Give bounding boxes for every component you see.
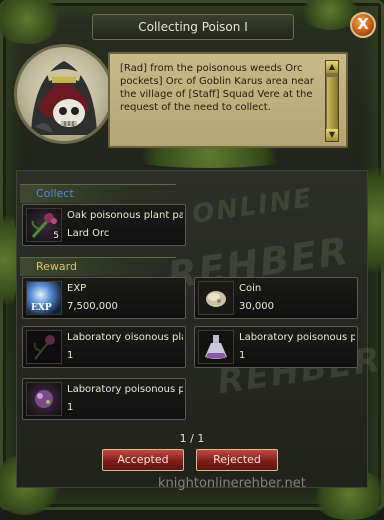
item-name: EXP [67, 283, 87, 294]
vine-decoration [0, 0, 62, 44]
reward-item-slot[interactable]: Laboratory oisonous pla 1 [22, 326, 186, 368]
reward-header-label: Reward [36, 260, 77, 273]
quest-description: [Rad] from the poisonous weeds Orc pocke… [120, 63, 314, 113]
item-amount: 30,000 [239, 301, 274, 312]
item-name: Oak poisonous plant pa [67, 210, 183, 221]
collect-header-label: Collect [36, 187, 74, 200]
reward-item-slot[interactable]: EXP EXP 7,500,000 [22, 277, 186, 319]
collect-item-slot[interactable]: 5 Oak poisonous plant pa Lard Orc [22, 204, 186, 246]
scroll-down-icon[interactable]: ▼ [326, 129, 338, 141]
quest-window: Collecting Poison I X [Rad] from the poi… [0, 0, 384, 520]
item-amount: 1 [67, 402, 74, 413]
item-count: 5 [53, 231, 59, 241]
flask-icon [198, 330, 234, 364]
window-title: Collecting Poison I [92, 14, 294, 40]
item-amount: 1 [239, 350, 246, 361]
item-name: Coin [239, 283, 262, 294]
coin-icon [198, 281, 234, 315]
reward-section-header: Reward [20, 257, 176, 276]
dialog-scrollbar[interactable]: ▲ ▼ [325, 60, 339, 142]
item-amount: 7,500,000 [67, 301, 118, 312]
quest-dialog: [Rad] from the poisonous weeds Orc pocke… [108, 52, 348, 148]
item-amount: 1 [67, 350, 74, 361]
item-name: Laboratory poisonous p [67, 384, 183, 395]
item-source: Lard Orc [67, 228, 110, 239]
accept-button[interactable]: Accepted [102, 449, 184, 471]
poison-orb-icon [26, 382, 62, 416]
reward-item-slot[interactable]: Laboratory poisonous p 1 [22, 378, 186, 420]
poison-plant-icon: 5 [26, 208, 62, 242]
item-name: Laboratory poisonous p [239, 332, 355, 343]
exp-icon: EXP [26, 281, 62, 315]
collect-section-header: Collect [20, 184, 176, 203]
exp-icon-label: EXP [31, 303, 52, 313]
scroll-thumb[interactable] [327, 77, 337, 129]
close-button[interactable]: X [350, 12, 376, 38]
reward-item-slot[interactable]: Laboratory poisonous p 1 [194, 326, 358, 368]
hooded-skull-icon [31, 61, 97, 135]
npc-portrait [14, 44, 114, 144]
scroll-up-icon[interactable]: ▲ [326, 61, 338, 73]
page-indicator: 1 / 1 [179, 432, 205, 445]
dark-plant-icon [26, 330, 62, 364]
site-watermark: knightonlinerehber.net [158, 476, 306, 491]
reject-button[interactable]: Rejected [196, 449, 278, 471]
reward-item-slot[interactable]: Coin 30,000 [194, 277, 358, 319]
item-name: Laboratory oisonous pla [67, 332, 183, 343]
